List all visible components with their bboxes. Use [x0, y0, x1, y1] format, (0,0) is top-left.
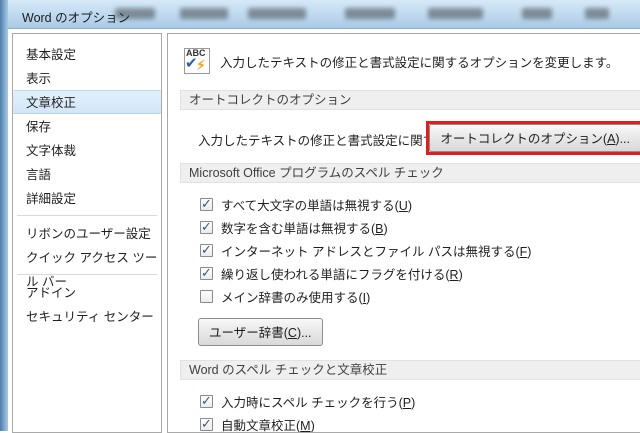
sidebar-item-display[interactable]: 表示	[13, 66, 161, 90]
sidebar-item-general[interactable]: 基本設定	[13, 42, 161, 66]
sidebar-item-advanced[interactable]: 詳細設定	[13, 186, 161, 210]
autocorrect-highlight-annotation: オートコレクトのオプション(A)...	[426, 121, 640, 155]
sidebar-item-addins[interactable]: アドイン	[13, 280, 161, 304]
checkbox-check-spelling-as-you-type[interactable]	[200, 393, 213, 409]
checkbox-row: インターネット アドレスとファイル パスは無視する(F)	[200, 239, 640, 262]
section-header-word-spelling: Word のスペル チェックと文章校正	[180, 360, 640, 380]
checkbox-label: 自動文章校正(M)	[221, 419, 315, 433]
checkbox-row: 繰り返し使われる単語にフラグを付ける(R)	[200, 262, 640, 285]
titlebar-blur-blob	[522, 8, 552, 19]
checkbox-mark-grammar-errors[interactable]	[200, 416, 213, 432]
checkbox-main-dictionary-only[interactable]	[200, 290, 213, 303]
autocorrect-options-button[interactable]: オートコレクトのオプション(A)...	[429, 124, 640, 152]
sidebar-item-typography[interactable]: 文字体裁	[13, 138, 161, 162]
sidebar-item-language[interactable]: 言語	[13, 162, 161, 186]
proofing-intro: ABC ✔ ⚡ 入力したテキストの修正と書式設定に関するオプションを変更します。	[184, 46, 637, 76]
sidebar-item-quick-access-toolbar[interactable]: クイック アクセス ツール バー	[13, 245, 161, 289]
proofing-intro-text: 入力したテキストの修正と書式設定に関するオプションを変更します。	[220, 55, 619, 70]
checkbox-row: 入力時にスペル チェックを行う(P)	[200, 390, 640, 413]
checkbox-row: メイン辞書のみ使用する(I)	[200, 285, 640, 308]
sidebar-separator	[17, 215, 157, 216]
checkbox-row: 数字を含む単語は無視する(B)	[200, 216, 640, 239]
checkbox-label: インターネット アドレスとファイル パスは無視する(F)	[221, 245, 532, 259]
checkbox-label: 入力時にスペル チェックを行う(P)	[221, 396, 416, 410]
window-edge-strip	[0, 0, 8, 431]
sidebar-item-proofing[interactable]: 文章校正	[13, 90, 161, 114]
titlebar-blur-blob	[115, 8, 155, 19]
office-spelling-checkbox-list: すべて大文字の単語は無視する(U) 数字を含む単語は無視する(B) インターネッ…	[200, 193, 640, 308]
options-sidebar: 基本設定 表示 文章校正 保存 文字体裁 言語 詳細設定 リボンのユーザー設定 …	[12, 33, 162, 433]
sidebar-item-trust-center[interactable]: セキュリティ センター	[13, 304, 161, 328]
checkbox-label: すべて大文字の単語は無視する(U)	[221, 199, 412, 213]
custom-dictionaries-button[interactable]: ユーザー辞書(C)...	[198, 318, 323, 346]
checkbox-row: 自動文章校正(M)	[200, 413, 640, 433]
checkbox-ignore-urls[interactable]	[200, 242, 213, 258]
checkbox-label: 数字を含む単語は無視する(B)	[221, 222, 388, 236]
checkbox-flag-repeated-words[interactable]	[200, 265, 213, 281]
sidebar-item-customize-ribbon[interactable]: リボンのユーザー設定	[13, 221, 161, 245]
section-header-autocorrect: オートコレクトのオプション	[180, 90, 640, 110]
checkbox-ignore-numbers[interactable]	[200, 219, 213, 235]
checkbox-label: 繰り返し使われる単語にフラグを付ける(R)	[221, 268, 463, 282]
autocorrect-row: 入力したテキストの修正と書式設定に関するオプションを変更します。 オートコレクト…	[180, 121, 640, 155]
titlebar-blur-blob	[428, 8, 483, 19]
titlebar-blur-blob	[180, 8, 228, 19]
titlebar: Word のオプション	[0, 0, 640, 29]
custom-dictionaries-row: ユーザー辞書(C)...	[198, 318, 640, 346]
checkbox-row: すべて大文字の単語は無視する(U)	[200, 193, 640, 216]
proofing-content-panel: ABC ✔ ⚡ 入力したテキストの修正と書式設定に関するオプションを変更します。…	[167, 33, 640, 433]
titlebar-blur-blob	[248, 8, 306, 19]
checkbox-ignore-uppercase[interactable]	[200, 196, 213, 212]
checkbox-label: メイン辞書のみ使用する(I)	[221, 291, 371, 305]
titlebar-blur-blob	[585, 8, 609, 19]
abc-spellcheck-icon: ABC ✔ ⚡	[184, 47, 210, 75]
section-header-office-spelling: Microsoft Office プログラムのスペル チェック	[180, 163, 640, 183]
titlebar-blur-blob	[345, 8, 395, 19]
sidebar-item-save[interactable]: 保存	[13, 114, 161, 138]
window-title: Word のオプション	[22, 11, 131, 25]
dialog-body: 基本設定 表示 文章校正 保存 文字体裁 言語 詳細設定 リボンのユーザー設定 …	[8, 29, 640, 433]
word-spelling-checkbox-list: 入力時にスペル チェックを行う(P) 自動文章校正(M) よく間違う単語(N)	[200, 390, 640, 433]
